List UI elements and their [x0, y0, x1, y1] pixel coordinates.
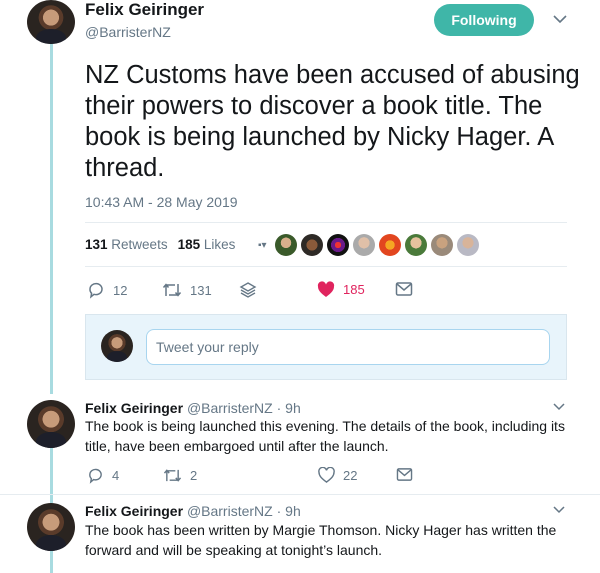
tweet-text: The book has been written by Margie Thom…: [85, 522, 557, 558]
heart-icon: [318, 467, 335, 483]
tweet-author[interactable]: Felix Geiringer @BarristerNZ · 9h: [85, 503, 301, 519]
likes-stat[interactable]: 185 Likes: [178, 237, 236, 252]
following-button[interactable]: Following: [434, 4, 534, 36]
retweet-count: 131: [190, 282, 212, 298]
author-avatar[interactable]: [27, 503, 75, 551]
like-action[interactable]: 185: [317, 281, 365, 298]
liker-avatar[interactable]: [378, 234, 401, 256]
reply-input[interactable]: Tweet your reply: [146, 329, 550, 365]
reply-action[interactable]: 12: [87, 281, 127, 299]
dots-icon: ▪▾: [258, 239, 267, 251]
retweet-icon: [162, 283, 182, 297]
liker-avatar[interactable]: [430, 234, 453, 256]
like-count: 185: [343, 282, 365, 297]
reply-count: 4: [112, 468, 120, 483]
reply-icon: [89, 282, 103, 299]
tweet-author[interactable]: Felix Geiringer @BarristerNZ · 9h: [85, 400, 301, 416]
tweet-time: · 9h: [276, 400, 301, 416]
tweet-text: NZ Customs have been accused of abusing …: [85, 61, 580, 182]
layers-icon: [239, 282, 257, 298]
tweet-stats: 131 Retweets 185 Likes: [85, 237, 235, 252]
author-name: Felix Geiringer: [85, 400, 184, 416]
retweets-label: Retweets: [111, 237, 168, 252]
divider: [0, 494, 600, 495]
tweet-time: · 9h: [276, 503, 301, 519]
dm-action[interactable]: [396, 467, 413, 482]
tweet-text: The book is being launched this evening.…: [85, 418, 565, 454]
thread-line-bottom: [50, 550, 53, 573]
liker-avatar[interactable]: [300, 234, 323, 256]
divider: [85, 222, 567, 223]
like-action[interactable]: 22: [318, 467, 357, 483]
liker-avatars: ▪▾: [258, 234, 479, 256]
envelope-icon: [396, 468, 413, 481]
author-name[interactable]: Felix Geiringer: [85, 0, 204, 20]
like-count: 22: [343, 467, 358, 483]
likes-count: 185: [177, 237, 201, 252]
author-name: Felix Geiringer: [85, 503, 184, 519]
liker-avatar[interactable]: [352, 234, 375, 256]
retweets-count: 131: [85, 237, 108, 252]
chevron-down-icon[interactable]: [553, 506, 565, 514]
retweet-action[interactable]: 131: [162, 281, 212, 299]
liker-avatar[interactable]: [274, 234, 297, 256]
retweet-action[interactable]: 2: [163, 467, 197, 484]
liker-avatar[interactable]: [326, 234, 349, 256]
author-avatar[interactable]: [27, 400, 75, 448]
stack-action[interactable]: [239, 281, 257, 299]
tweet-timestamp[interactable]: 10:43 AM - 28 May 2019: [85, 194, 238, 210]
user-avatar: [101, 330, 133, 362]
divider: [85, 266, 567, 267]
retweets-stat[interactable]: 131 Retweets: [85, 237, 168, 252]
author-handle: @BarristerNZ: [186, 503, 273, 519]
reply-count: 12: [113, 282, 128, 298]
reply-icon: [89, 468, 102, 484]
chevron-down-icon[interactable]: [553, 14, 567, 24]
author-avatar[interactable]: [27, 0, 75, 44]
retweet-icon: [163, 469, 182, 482]
retweet-count: 2: [190, 468, 198, 483]
envelope-icon: [395, 282, 413, 296]
reply-action[interactable]: 4: [87, 467, 119, 484]
author-handle[interactable]: @BarristerNZ: [85, 24, 171, 40]
liker-avatar[interactable]: [404, 234, 427, 256]
chevron-down-icon[interactable]: [553, 403, 565, 411]
author-handle: @BarristerNZ: [186, 400, 273, 416]
dm-action[interactable]: [395, 281, 413, 297]
heart-icon: [317, 281, 335, 297]
liker-avatar[interactable]: [456, 234, 479, 256]
likes-label: Likes: [203, 237, 236, 252]
thread-line-top: [50, 44, 53, 394]
